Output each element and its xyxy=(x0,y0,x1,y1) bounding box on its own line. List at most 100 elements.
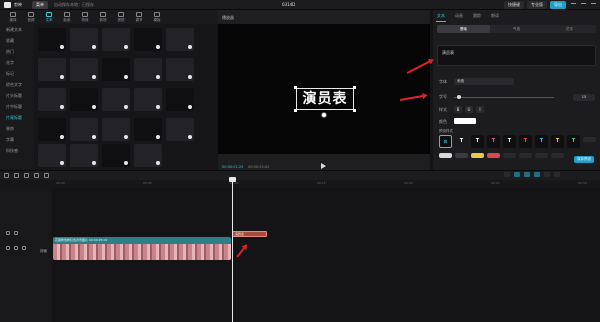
download-icon[interactable] xyxy=(124,135,128,139)
tool-template[interactable]: 模板 xyxy=(148,10,166,24)
style-toggle-button[interactable]: B xyxy=(454,106,462,113)
tool-filter[interactable]: 滤镜 xyxy=(112,10,130,24)
text-template-tile[interactable] xyxy=(70,144,98,167)
download-icon[interactable] xyxy=(156,135,160,139)
download-icon[interactable] xyxy=(60,161,64,165)
tool-transition[interactable]: 转场 xyxy=(94,10,112,24)
pro-button[interactable]: 专业版 xyxy=(527,1,547,9)
text-template-tile[interactable] xyxy=(102,144,130,167)
eye-icon[interactable] xyxy=(14,231,18,235)
preset-style-item[interactable] xyxy=(455,153,468,158)
text-subtab[interactable]: 花字 xyxy=(543,25,596,33)
tool-text[interactable]: 文本 xyxy=(40,10,58,24)
resize-handle[interactable] xyxy=(294,109,297,112)
rotate-handle-icon[interactable] xyxy=(321,112,327,118)
export-button[interactable]: 导出 xyxy=(550,1,566,9)
download-icon[interactable] xyxy=(156,105,160,109)
category-item[interactable]: 热门 xyxy=(0,46,34,57)
text-template-tile[interactable] xyxy=(166,88,194,111)
download-icon[interactable] xyxy=(156,45,160,49)
style-toggle-button[interactable]: I xyxy=(476,106,484,113)
inspector-tab[interactable]: 动画 xyxy=(454,11,464,21)
download-icon[interactable] xyxy=(188,105,192,109)
preset-style-item[interactable]: ⊘ xyxy=(439,135,452,148)
text-template-tile[interactable] xyxy=(38,88,66,111)
download-icon[interactable] xyxy=(156,161,160,165)
category-item[interactable]: 字幕 xyxy=(0,134,34,145)
preset-style-item[interactable] xyxy=(503,153,516,158)
mic-icon[interactable] xyxy=(504,172,510,177)
download-icon[interactable] xyxy=(156,75,160,79)
select-tool-icon[interactable] xyxy=(4,173,9,178)
lock-icon[interactable] xyxy=(6,231,10,235)
tool-effects[interactable]: 特效 xyxy=(76,10,94,24)
text-template-tile[interactable] xyxy=(70,28,98,51)
color-swatch[interactable] xyxy=(454,118,476,124)
redo-icon[interactable] xyxy=(24,173,29,178)
inspector-tab[interactable]: 跟踪 xyxy=(472,11,482,21)
preview-axis-icon[interactable] xyxy=(534,172,540,177)
category-item[interactable]: 科技感 xyxy=(0,145,34,156)
maximize-icon[interactable] xyxy=(581,3,586,7)
tool-audio[interactable]: 音频 xyxy=(22,10,40,24)
download-icon[interactable] xyxy=(60,105,64,109)
category-item[interactable]: 收藏 xyxy=(0,35,34,46)
download-icon[interactable] xyxy=(188,45,192,49)
download-icon[interactable] xyxy=(92,161,96,165)
text-template-tile[interactable] xyxy=(38,28,66,51)
download-icon[interactable] xyxy=(92,75,96,79)
download-icon[interactable] xyxy=(60,45,64,49)
preset-style-item[interactable] xyxy=(439,153,452,158)
category-item[interactable]: 新建文本 xyxy=(0,24,34,35)
text-template-tile[interactable] xyxy=(102,118,130,141)
undo-icon[interactable] xyxy=(14,173,19,178)
text-template-tile[interactable] xyxy=(70,88,98,111)
playhead[interactable] xyxy=(232,179,233,322)
text-template-tile[interactable] xyxy=(166,28,194,51)
text-content-field[interactable]: 演员表 xyxy=(437,45,596,66)
text-subtab[interactable]: 气泡 xyxy=(490,25,543,33)
preset-style-item[interactable]: T xyxy=(567,135,580,148)
preset-style-item[interactable]: T xyxy=(503,135,516,148)
tool-media[interactable]: 媒体 xyxy=(4,10,22,24)
text-template-tile[interactable] xyxy=(166,118,194,141)
download-icon[interactable] xyxy=(92,105,96,109)
close-icon[interactable] xyxy=(591,3,596,7)
text-template-tile[interactable] xyxy=(38,58,66,81)
play-icon[interactable] xyxy=(321,163,326,169)
video-clip[interactable]: 花瓣粉色粉红色背景图片 00:00:25:02 xyxy=(53,237,231,260)
download-icon[interactable] xyxy=(60,135,64,139)
download-icon[interactable] xyxy=(60,75,64,79)
preset-style-item[interactable]: T xyxy=(487,135,500,148)
text-template-tile[interactable] xyxy=(38,144,66,167)
download-icon[interactable] xyxy=(92,45,96,49)
preset-style-item[interactable]: T xyxy=(519,135,532,148)
text-template-tile[interactable] xyxy=(134,118,162,141)
inspector-tab[interactable]: 朗读 xyxy=(490,11,500,21)
preset-style-item[interactable] xyxy=(487,153,500,158)
preview-canvas[interactable]: 演员表 xyxy=(218,24,430,154)
eye-icon[interactable] xyxy=(14,246,18,250)
save-preset-button[interactable]: 保存预设 xyxy=(574,156,594,163)
text-subtab[interactable]: 基础 xyxy=(437,25,490,33)
category-item[interactable]: 装饰 xyxy=(0,123,34,134)
category-item[interactable]: 花字 xyxy=(0,57,34,68)
text-clip[interactable]: 演员表 xyxy=(232,231,267,237)
preset-style-item[interactable]: T xyxy=(471,135,484,148)
preset-style-item[interactable] xyxy=(519,153,532,158)
size-value-field[interactable]: 15 xyxy=(573,94,595,101)
download-icon[interactable] xyxy=(124,45,128,49)
category-item[interactable]: 标记 xyxy=(0,68,34,79)
category-item[interactable]: 片中标题 xyxy=(0,101,34,112)
download-icon[interactable] xyxy=(124,105,128,109)
download-icon[interactable] xyxy=(188,75,192,79)
text-template-tile[interactable] xyxy=(102,58,130,81)
inspector-tab[interactable]: 文本 xyxy=(436,11,446,22)
style-toggle-button[interactable]: U xyxy=(465,106,473,113)
preset-style-item[interactable] xyxy=(551,153,564,158)
text-template-tile[interactable] xyxy=(134,144,162,167)
text-template-tile[interactable] xyxy=(134,58,162,81)
resize-handle[interactable] xyxy=(294,86,297,89)
preset-style-item[interactable] xyxy=(471,153,484,158)
audio-mute-icon[interactable] xyxy=(22,246,26,250)
